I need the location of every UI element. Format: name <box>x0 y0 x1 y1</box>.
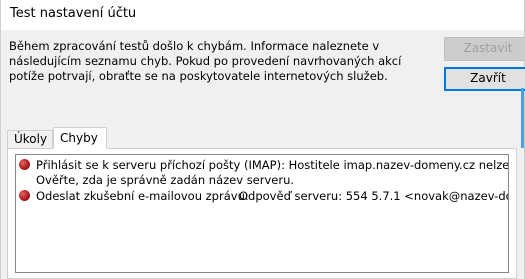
error-label: Odeslat zkušební e-mailovou zprávu: <box>36 189 249 203</box>
dialog-window: Test nastavení účtu Během zpracování tes… <box>0 0 525 279</box>
window-edge-accent <box>521 88 524 148</box>
errors-tab-panel: Přihlásit se k serveru příchozí pošty (I… <box>7 148 517 279</box>
window-title: Test nastavení účtu <box>10 6 137 21</box>
stop-button[interactable]: Zastavit <box>444 37 525 61</box>
error-detail: Ověřte, zda je správně zadán název serve… <box>36 173 295 187</box>
dialog-content: Během zpracování testů došlo k chybám. I… <box>1 30 525 279</box>
close-button[interactable]: Zavřít <box>444 67 525 91</box>
info-message: Během zpracování testů došlo k chybám. I… <box>9 39 402 83</box>
title-bar[interactable]: Test nastavení účtu <box>1 0 524 30</box>
error-icon <box>19 190 30 201</box>
error-list[interactable]: Přihlásit se k serveru příchozí pošty (I… <box>15 154 509 273</box>
tab-ukoly[interactable]: Úkoly <box>7 130 53 149</box>
tab-chyby[interactable]: Chyby <box>53 127 107 149</box>
error-value: Odpověď serveru: 554 5.7.1 <novak@nazev-… <box>239 189 509 203</box>
error-icon <box>19 159 30 170</box>
error-text: Přihlásit se k serveru příchozí pošty (I… <box>36 158 509 172</box>
